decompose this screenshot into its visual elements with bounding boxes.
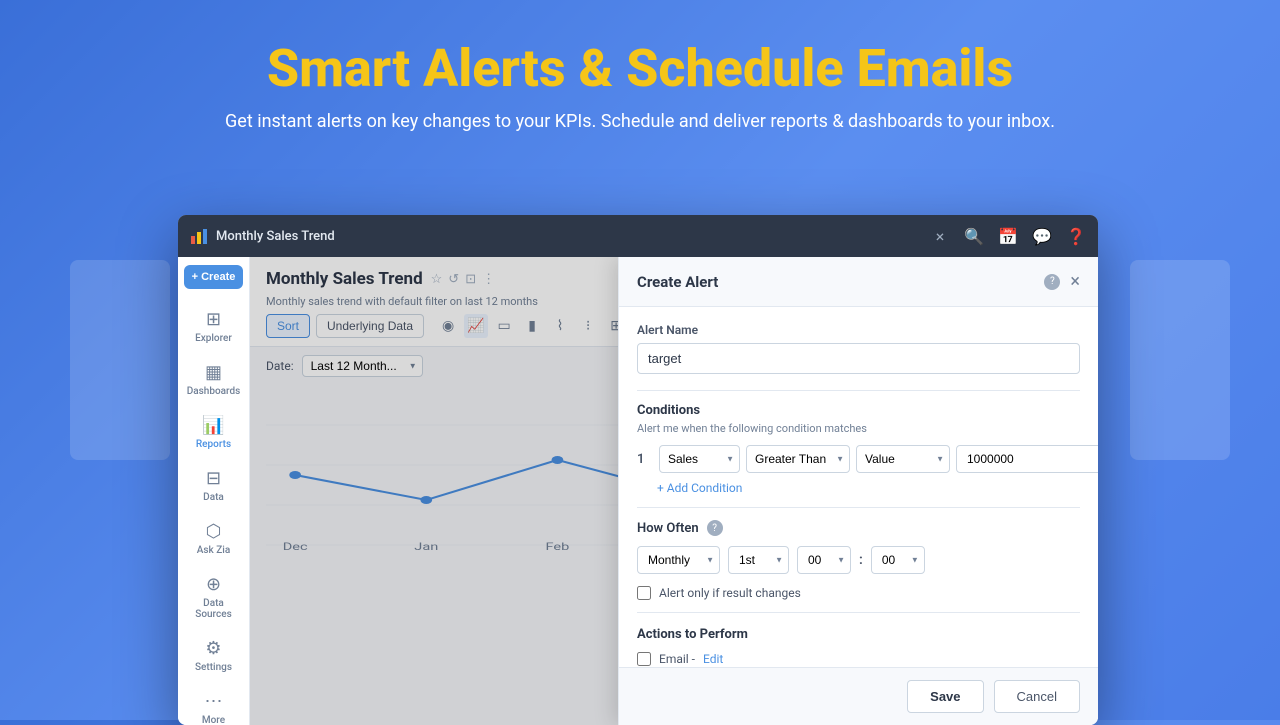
create-button[interactable]: + Create — [184, 265, 244, 289]
sidebar-label-data-sources: Data Sources — [184, 598, 243, 620]
time-colon: : — [859, 552, 863, 568]
sidebar-label-settings: Settings — [195, 662, 232, 673]
reports-icon: 📊 — [202, 417, 224, 435]
ask-zia-icon: ⬡ — [206, 523, 222, 541]
condition-type-select[interactable]: Value Percentage — [856, 445, 950, 473]
sidebar-item-data-sources[interactable]: ⊕ Data Sources — [178, 566, 249, 630]
modal-footer: Save Cancel — [619, 667, 1098, 725]
modal-title: Create Alert — [637, 273, 718, 291]
alert-only-row: Alert only if result changes — [637, 586, 1080, 600]
decorative-right-panel — [1130, 260, 1230, 460]
how-often-help-icon[interactable]: ? — [707, 520, 723, 536]
actions-title: Actions to Perform — [637, 627, 1080, 642]
frequency-row: Monthly Daily Weekly 1st 2nd 3rd — [637, 546, 1080, 574]
condition-field-select[interactable]: Sales Revenue — [659, 445, 740, 473]
condition-operator-select[interactable]: Greater Than Less Than Equal To — [746, 445, 850, 473]
alert-only-label: Alert only if result changes — [659, 586, 801, 600]
action-email-edit-link[interactable]: Edit — [703, 652, 723, 666]
modal-help-icon[interactable]: ? — [1044, 274, 1060, 290]
alert-name-group: Alert Name — [637, 323, 1080, 374]
settings-icon: ⚙ — [205, 640, 221, 658]
minute-select-wrapper: 00 15 30 — [871, 546, 925, 574]
modal-close-button[interactable]: × — [1070, 271, 1080, 292]
sidebar-item-explorer[interactable]: ⊞ Explorer — [178, 301, 249, 354]
titlebar-actions: 🔍 📅 💬 ❓ — [964, 227, 1086, 246]
conditions-section: Conditions Alert me when the following c… — [637, 403, 1080, 495]
condition-row-1: 1 Sales Revenue Greater Than Les — [637, 445, 1080, 473]
alert-only-checkbox[interactable] — [637, 586, 651, 600]
sidebar-item-ask-zia[interactable]: ⬡ Ask Zia — [178, 513, 249, 566]
divider-1 — [637, 390, 1080, 391]
action-row-email: Email - Edit — [637, 652, 1080, 666]
how-often-label: How Often — [637, 521, 699, 536]
hour-select-wrapper: 00 01 02 — [797, 546, 851, 574]
divider-3 — [637, 612, 1080, 613]
comment-icon[interactable]: 💬 — [1032, 227, 1052, 246]
main-content: Monthly Sales Trend ☆ ↺ ⊡ ⋮ Monthly sale… — [250, 257, 1098, 725]
frequency-select[interactable]: Monthly Daily Weekly — [637, 546, 720, 574]
condition-number: 1 — [637, 452, 653, 467]
alert-name-label: Alert Name — [637, 323, 1080, 337]
app-body: + Create ⊞ Explorer ▦ Dashboards 📊 Repor… — [178, 257, 1098, 725]
conditions-desc: Alert me when the following condition ma… — [637, 422, 1080, 435]
app-window: Monthly Sales Trend × 🔍 📅 💬 ❓ + Create ⊞… — [178, 215, 1098, 725]
help-icon[interactable]: ❓ — [1066, 227, 1086, 246]
data-icon: ⊟ — [206, 470, 221, 488]
add-condition-link[interactable]: + Add Condition — [657, 481, 1080, 495]
calendar-icon[interactable]: 📅 — [998, 227, 1018, 246]
divider-2 — [637, 507, 1080, 508]
frequency-select-wrapper: Monthly Daily Weekly — [637, 546, 720, 574]
tab-close-button[interactable]: × — [936, 227, 945, 246]
how-often-section: How Often ? Monthly Daily Weekly — [637, 520, 1080, 600]
data-sources-icon: ⊕ — [206, 576, 221, 594]
sidebar-label-explorer: Explorer — [195, 333, 232, 344]
page-title: Smart Alerts & Schedule Emails — [0, 40, 1280, 97]
more-icon: ⋯ — [205, 693, 223, 711]
sidebar-item-more[interactable]: ⋯ More — [178, 683, 249, 725]
sidebar-label-data: Data — [203, 492, 224, 503]
sidebar-label-reports: Reports — [196, 439, 231, 450]
explorer-icon: ⊞ — [206, 311, 221, 329]
condition-type-wrapper: Value Percentage — [856, 445, 950, 473]
sidebar-item-data[interactable]: ⊟ Data — [178, 460, 249, 513]
page-subtitle: Get instant alerts on key changes to you… — [0, 111, 1280, 132]
sidebar-label-dashboards: Dashboards — [187, 386, 241, 397]
sidebar-label-more: More — [202, 715, 225, 725]
minute-select[interactable]: 00 15 30 — [871, 546, 925, 574]
search-icon[interactable]: 🔍 — [964, 227, 984, 246]
page-header: Smart Alerts & Schedule Emails Get insta… — [0, 0, 1280, 132]
sidebar-item-settings[interactable]: ⚙ Settings — [178, 630, 249, 683]
sidebar-item-dashboards[interactable]: ▦ Dashboards — [178, 354, 249, 407]
actions-section: Actions to Perform Email - Edit In - App… — [637, 627, 1080, 667]
day-select-wrapper: 1st 2nd 3rd — [728, 546, 789, 574]
tab-label: Monthly Sales Trend — [216, 229, 936, 244]
conditions-title: Conditions — [637, 403, 1080, 418]
modal-header-icons: ? × — [1044, 271, 1080, 292]
modal-body: Alert Name Conditions Alert me when the … — [619, 307, 1098, 667]
action-email-label: Email - — [659, 652, 695, 666]
sidebar: + Create ⊞ Explorer ▦ Dashboards 📊 Repor… — [178, 257, 250, 725]
save-button[interactable]: Save — [907, 680, 983, 713]
how-often-header: How Often ? — [637, 520, 1080, 536]
cancel-button[interactable]: Cancel — [994, 680, 1080, 713]
day-select[interactable]: 1st 2nd 3rd — [728, 546, 789, 574]
sidebar-item-reports[interactable]: 📊 Reports — [178, 407, 249, 460]
condition-value-input[interactable] — [956, 445, 1098, 473]
create-alert-modal: Create Alert ? × Alert Name C — [618, 257, 1098, 725]
condition-field-wrapper: Sales Revenue — [659, 445, 740, 473]
dashboards-icon: ▦ — [205, 364, 222, 382]
sidebar-label-ask-zia: Ask Zia — [197, 545, 230, 556]
alert-name-input[interactable] — [637, 343, 1080, 374]
decorative-left-panel — [70, 260, 170, 460]
hour-select[interactable]: 00 01 02 — [797, 546, 851, 574]
modal-header: Create Alert ? × — [619, 257, 1098, 307]
title-bar: Monthly Sales Trend × 🔍 📅 💬 ❓ — [178, 215, 1098, 257]
app-logo-icon — [190, 227, 208, 245]
action-email-checkbox[interactable] — [637, 652, 651, 666]
condition-operator-wrapper: Greater Than Less Than Equal To — [746, 445, 850, 473]
